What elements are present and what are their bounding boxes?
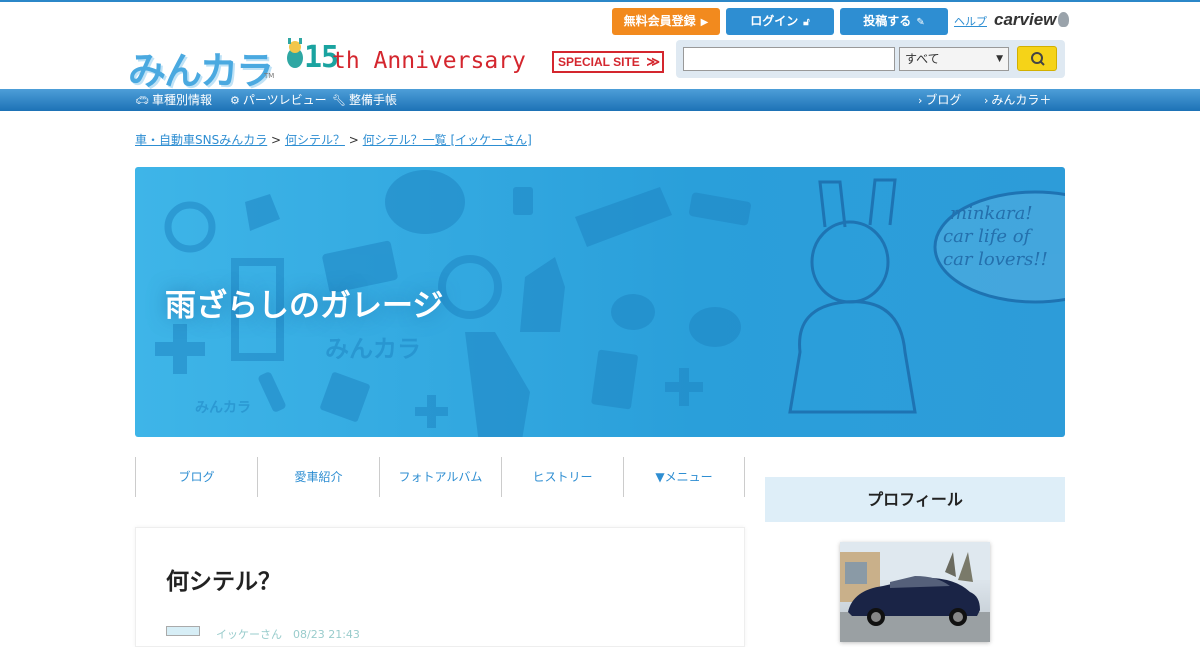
post-label: 投稿する <box>863 14 912 28</box>
global-nav: 🚗︎ 車種別情報 ⚙ パーツレビュー 🔧︎ 整備手帳 › ブログ › みんカラ＋ <box>0 89 1200 111</box>
parts-icon: ⚙ <box>230 94 240 107</box>
pencil-icon: ✎ <box>916 17 925 28</box>
anniversary-text: th Anniversary <box>332 48 526 74</box>
tab-menu[interactable]: ▼メニュー <box>623 457 745 497</box>
search-input[interactable] <box>683 47 895 71</box>
double-chevron-icon: ≫ <box>646 54 660 69</box>
garage-title: 雨ざらしのガレージ <box>165 288 444 324</box>
chevron-right-icon: › <box>918 94 923 107</box>
garage-banner: みんカラ みんカラ minkara! car life of car lover… <box>135 167 1065 437</box>
play-icon: ▶ <box>700 17 709 28</box>
breadcrumb-item-home[interactable]: 車・自動車SNSみんカラ <box>135 133 267 147</box>
carview-drop-icon <box>1058 12 1070 27</box>
nav-item-maintenance[interactable]: 🔧︎ 整備手帳 <box>332 89 397 111</box>
lock-icon: 🔓︎ <box>803 17 810 28</box>
search-category-select[interactable]: すべて ▼ <box>899 47 1009 71</box>
register-label: 無料会員登録 <box>623 14 696 28</box>
car-icon: 🚗︎ <box>135 94 149 107</box>
nav-label: みんカラ＋ <box>991 93 1052 107</box>
site-header: みんカラ TM 15 th Anniversary SPECIAL SITE ≫… <box>0 2 1200 93</box>
breadcrumb-separator: > <box>271 133 282 147</box>
search-category-value: すべて <box>905 52 940 66</box>
special-site-link[interactable]: SPECIAL SITE ≫ <box>552 51 664 73</box>
breadcrumb-item-nanishiteru[interactable]: 何シテル？ <box>285 133 345 147</box>
tab-my-car[interactable]: 愛車紹介 <box>257 457 379 497</box>
profile-tabs: ブログ 愛車紹介 フォトアルバム ヒストリー ▼メニュー <box>135 457 745 497</box>
nav-label: パーツレビュー <box>242 93 327 107</box>
help-link[interactable]: ヘルプ <box>954 13 987 29</box>
breadcrumb: 車・自動車SNSみんカラ > 何シテル？ > 何シテル？一覧 [イッケーさん] <box>135 131 532 148</box>
nav-label: 車種別情報 <box>151 93 212 107</box>
page-title: 何シテル？ <box>166 569 281 595</box>
mascot-icon <box>287 38 303 68</box>
login-label: ログイン <box>750 14 799 28</box>
register-button[interactable]: 無料会員登録 ▶ <box>612 8 720 35</box>
search-icon <box>1031 52 1045 66</box>
anniversary-banner[interactable]: 15 th Anniversary <box>284 34 546 78</box>
nav-item-minkara-plus[interactable]: › みんカラ＋ <box>984 89 1051 111</box>
svg-text:みんカラ: みんカラ <box>325 335 421 363</box>
wrench-icon: 🔧︎ <box>332 94 346 107</box>
breadcrumb-item-list[interactable]: 何シテル？一覧 [イッケーさん] <box>363 133 532 147</box>
nav-item-car-info[interactable]: 🚗︎ 車種別情報 <box>135 89 212 111</box>
svg-text:みんカラ: みんカラ <box>195 400 251 416</box>
carview-logo[interactable]: carview <box>994 10 1070 30</box>
tab-history[interactable]: ヒストリー <box>501 457 623 497</box>
user-thumbnail[interactable] <box>166 626 200 636</box>
logo-trademark: TM <box>264 72 275 80</box>
post-meta: イッケーさん 08/23 21:43 <box>216 628 360 641</box>
breadcrumb-separator: > <box>348 133 359 147</box>
chevron-right-icon: › <box>984 94 989 107</box>
nav-item-blog[interactable]: › ブログ <box>918 89 961 111</box>
car-photo-image <box>840 542 990 642</box>
tab-photo-album[interactable]: フォトアルバム <box>379 457 501 497</box>
search-button[interactable] <box>1017 46 1057 71</box>
tab-blog[interactable]: ブログ <box>135 457 257 497</box>
dropdown-arrow-icon: ▼ <box>996 54 1003 64</box>
special-site-label: SPECIAL SITE <box>558 55 640 69</box>
post-button[interactable]: 投稿する ✎ <box>840 8 948 35</box>
minkara-logo[interactable]: みんカラ <box>128 40 274 95</box>
bubble-line-2: car life of <box>943 226 1034 247</box>
nav-item-parts-review[interactable]: ⚙ パーツレビュー <box>230 89 327 111</box>
bubble-line-3: car lovers!! <box>943 249 1048 270</box>
nav-label: ブログ <box>925 93 962 107</box>
search-box: すべて ▼ <box>676 40 1065 78</box>
profile-heading: プロフィール <box>765 477 1065 522</box>
login-button[interactable]: ログイン 🔓︎ <box>726 8 834 35</box>
nav-label: 整備手帳 <box>348 93 397 107</box>
carview-label: carview <box>994 10 1057 29</box>
main-content-card: 何シテル？ イッケーさん 08/23 21:43 <box>135 527 745 647</box>
bubble-line-1: minkara! <box>950 203 1033 224</box>
profile-car-photo[interactable] <box>840 542 990 642</box>
